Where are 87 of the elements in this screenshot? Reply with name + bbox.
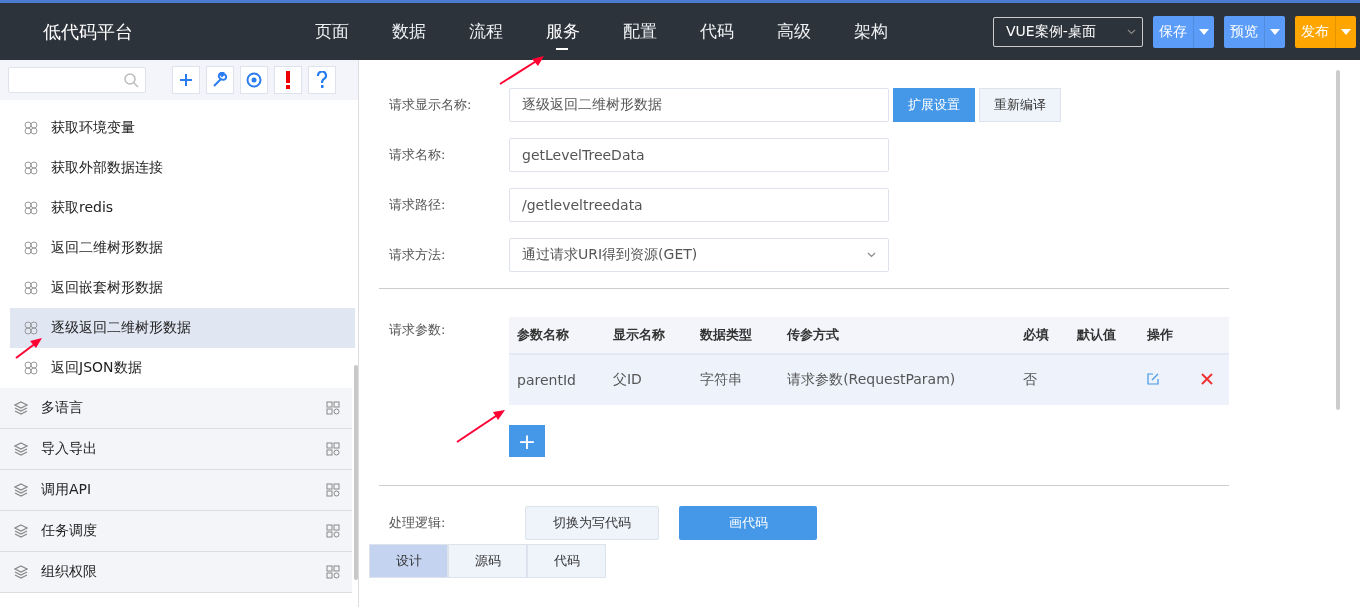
input-field[interactable]: getLevelTreeData <box>509 138 889 172</box>
close-icon[interactable] <box>1201 373 1214 385</box>
sidebar-group[interactable]: 组织权限 <box>0 552 352 593</box>
sidebar-item[interactable]: 返回JSON数据 <box>10 348 355 388</box>
toolbar-button[interactable] <box>172 66 200 94</box>
recompile-button[interactable]: 重新编译 <box>979 88 1061 122</box>
nav-tab[interactable]: 页面 <box>293 3 370 60</box>
toolbar-button[interactable] <box>274 66 302 94</box>
layers-icon <box>14 565 28 579</box>
plus-icon <box>179 73 193 87</box>
tab[interactable]: 设计 <box>369 544 448 578</box>
layers-icon <box>14 524 28 538</box>
input-field[interactable]: 逐级返回二维树形数据 <box>509 88 889 122</box>
sidebar-item[interactable]: 获取外部数据连接 <box>10 148 355 188</box>
chevron-down-icon <box>1127 28 1136 35</box>
node-icon <box>24 121 38 135</box>
toolbar-button[interactable] <box>308 66 336 94</box>
field-label: 请求显示名称: <box>388 96 473 114</box>
sidebar-item[interactable]: 逐级返回二维树形数据 <box>10 308 355 348</box>
sidebar-item[interactable]: 获取环境变量 <box>10 108 355 148</box>
input-field[interactable]: /getleveltreedata <box>509 188 889 222</box>
annotation-arrow <box>14 336 44 360</box>
caret-icon <box>1341 28 1351 35</box>
field-label: 请求名称: <box>388 146 447 164</box>
field-label: 请求方法: <box>388 246 447 264</box>
wrench-icon <box>212 72 228 88</box>
node-icon <box>24 281 38 295</box>
column-header: 操作 <box>1139 317 1194 354</box>
table-cell: 请求参数(RequestParam) <box>779 354 1016 405</box>
nav-tab[interactable]: 高级 <box>755 3 832 60</box>
tab[interactable]: 代码 <box>527 544 606 578</box>
help-icon <box>316 71 328 89</box>
edit-icon[interactable] <box>1147 373 1160 385</box>
annotation-arrow <box>498 54 546 86</box>
column-header: 数据类型 <box>692 317 780 354</box>
annotation-arrow <box>455 408 507 444</box>
nav-tab[interactable]: 数据 <box>370 3 447 60</box>
nav-tab[interactable]: 配置 <box>601 3 678 60</box>
node-icon <box>24 241 38 255</box>
grid-icon <box>326 401 340 415</box>
field-label: 处理逻辑: <box>388 514 447 532</box>
sidebar-item[interactable]: 返回二维树形数据 <box>10 228 355 268</box>
sidebar-group[interactable]: 调用API <box>0 470 352 511</box>
target-icon <box>246 72 262 88</box>
grid-icon <box>326 483 340 497</box>
table-cell: 字符串 <box>692 354 780 405</box>
node-icon <box>24 201 38 215</box>
sidebar-item[interactable]: 获取redis <box>10 188 355 228</box>
layers-icon <box>14 401 28 415</box>
table-cell: 父ID <box>604 354 693 405</box>
sidebar-item[interactable]: 返回嵌套树形数据 <box>10 268 355 308</box>
grid-icon <box>326 565 340 579</box>
sidebar-group[interactable]: 导入导出 <box>0 429 352 470</box>
caret-icon <box>1270 28 1280 35</box>
column-header: 显示名称 <box>604 317 693 354</box>
node-icon <box>24 361 38 375</box>
caret-icon <box>1199 28 1209 35</box>
field-label: 请求路径: <box>388 196 447 214</box>
column-header: 参数名称 <box>509 317 605 354</box>
tab[interactable]: 源码 <box>448 544 527 578</box>
grid-icon <box>326 442 340 456</box>
column-header: 必填 <box>1015 317 1069 354</box>
table-cell: parentId <box>509 354 605 405</box>
search-field[interactable] <box>8 67 146 93</box>
nav-tab[interactable]: 代码 <box>678 3 755 60</box>
search-icon <box>124 72 139 88</box>
column-header: 传参方式 <box>779 317 1016 354</box>
table-cell: 否 <box>1015 354 1069 405</box>
node-icon <box>24 321 38 335</box>
sidebar-group[interactable]: 任务调度 <box>0 511 352 552</box>
exclamation-icon <box>285 71 291 89</box>
toolbar-button[interactable] <box>240 66 268 94</box>
toolbar-button[interactable] <box>206 66 234 94</box>
project-select[interactable]: VUE案例-桌面 <box>993 16 1143 47</box>
node-icon <box>24 161 38 175</box>
nav-tab[interactable]: 流程 <box>447 3 524 60</box>
nav-tab[interactable]: 架构 <box>832 3 909 60</box>
grid-icon <box>326 524 340 538</box>
switch-button[interactable]: 切换为写代码 <box>525 506 659 540</box>
chevron-down-icon <box>867 252 876 258</box>
method-select[interactable]: 通过请求URI得到资源(GET) <box>509 238 889 272</box>
layers-icon <box>14 442 28 456</box>
layers-icon <box>14 483 28 497</box>
field-label: 请求参数: <box>388 321 447 339</box>
column-header: 默认值 <box>1068 317 1140 354</box>
sidebar-group[interactable]: 多语言 <box>0 388 352 429</box>
app-title: 低代码平台 <box>43 19 134 44</box>
